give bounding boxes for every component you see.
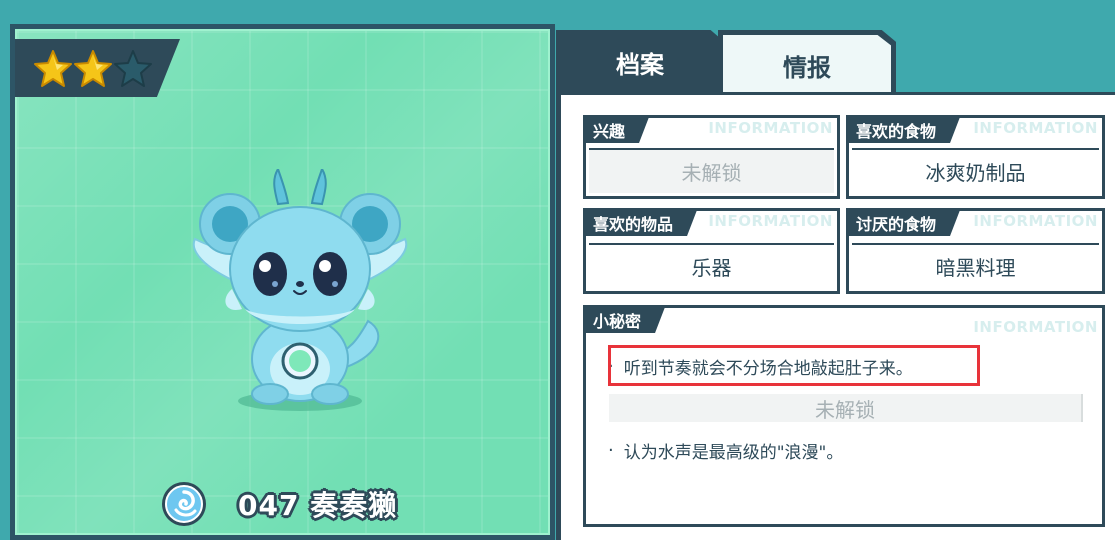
creature-portrait-panel: 047 奏奏獭: [10, 24, 555, 540]
info-panel-content: INFORMATION 兴趣 未解锁 INFORMATION 喜欢的食物 冰爽奶…: [561, 95, 1115, 540]
highlight-box: [608, 345, 980, 386]
star-filled-icon: [74, 50, 112, 87]
tab-archive[interactable]: 档案: [556, 30, 724, 94]
card-watermark: INFORMATION: [973, 318, 1098, 336]
card-disliked-food-value: 暗黑料理: [852, 243, 1099, 288]
card-secrets: INFORMATION 小秘密 · 听到节奏就会不分场合地敲起肚子来。 未解锁 …: [583, 305, 1105, 527]
card-favorite-food-value: 冰爽奶制品: [852, 148, 1099, 193]
card-watermark: INFORMATION: [973, 212, 1098, 230]
secret-line-2-locked: 未解锁: [609, 394, 1083, 422]
bullet: ·: [608, 440, 614, 461]
tab-archive-label: 档案: [616, 50, 664, 79]
card-disliked-food: INFORMATION 讨厌的食物 暗黑料理: [846, 208, 1105, 294]
tab-info-fill: 情报: [723, 35, 891, 96]
water-swirl-icon: [162, 482, 206, 526]
card-favorite-item-label: 喜欢的物品: [585, 210, 697, 236]
card-secrets-label: 小秘密: [585, 307, 665, 333]
secret-line-3-text: 认为水声是最高级的"浪漫"。: [623, 443, 844, 463]
creature-name: 047 奏奏獭: [238, 489, 398, 522]
star-rating: [15, 39, 180, 97]
creature-name-row: 047 奏奏獭: [160, 479, 397, 529]
card-watermark: INFORMATION: [708, 212, 833, 230]
card-interest-label: 兴趣: [585, 117, 649, 143]
card-interest-value: 未解锁: [589, 148, 834, 193]
card-disliked-food-label: 讨厌的食物: [848, 210, 960, 236]
star-empty-icon: [114, 50, 152, 87]
star-filled-icon: [34, 50, 72, 87]
card-watermark: INFORMATION: [973, 119, 1098, 137]
creature-illustration: [192, 169, 408, 411]
card-interest: INFORMATION 兴趣 未解锁: [583, 115, 840, 199]
tab-info[interactable]: 情报: [718, 30, 896, 96]
info-panel: INFORMATION 兴趣 未解锁 INFORMATION 喜欢的食物 冰爽奶…: [556, 92, 1115, 540]
tab-info-label: 情报: [783, 54, 831, 82]
card-favorite-food-label: 喜欢的食物: [848, 117, 960, 143]
card-watermark: INFORMATION: [708, 119, 833, 137]
card-favorite-food: INFORMATION 喜欢的食物 冰爽奶制品: [846, 115, 1105, 199]
card-favorite-item-value: 乐器: [589, 243, 834, 288]
card-favorite-item: INFORMATION 喜欢的物品 乐器: [583, 208, 840, 294]
secret-line-3: · 认为水声是最高级的"浪漫"。: [608, 438, 843, 463]
